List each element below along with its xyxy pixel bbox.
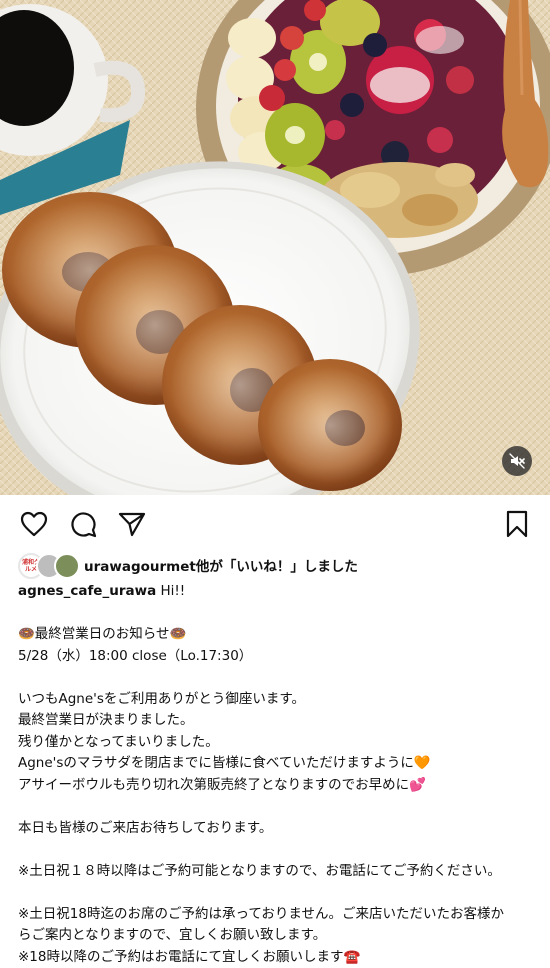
heart-icon [20,511,48,537]
send-icon [118,511,146,537]
post-caption: agnes_cafe_urawa Hi!! 🍩最終営業日のお知らせ🍩 5/28（… [0,581,550,968]
caption-line: 最終営業日が決まりました。 [18,710,532,732]
share-button[interactable] [117,509,147,539]
likes-row[interactable]: 浦和グルメ urawagourmet他が「いいね！」しました [0,551,550,579]
like-button[interactable] [19,509,49,539]
liker-avatars[interactable]: 浦和グルメ [18,552,80,578]
likes-text[interactable]: urawagourmet他が「いいね！」しました [84,555,358,575]
caption-line: Agne'sのマラサダを閉店までに皆様に食べていただけますように🧡 [18,753,532,775]
caption-note: ※土日祝１８時以降はご予約可能となりますので、お電話にてご予約ください。 [18,861,532,883]
comment-icon [69,510,97,538]
caption-line: 本日も皆様のご来店お待ちしております。 [18,818,532,840]
post-action-bar [0,495,550,553]
food-image [0,0,550,495]
caption-line: いつもAgne'sをご利用ありがとう御座います。 [18,689,532,711]
post-photo[interactable] [0,0,550,495]
save-button[interactable] [502,509,532,539]
mute-icon [509,453,525,469]
mute-button[interactable] [502,446,532,476]
caption-username[interactable]: agnes_cafe_urawa [18,583,156,599]
avatar[interactable] [54,553,80,579]
caption-announcement: 🍩最終営業日のお知らせ🍩 [18,624,532,646]
bookmark-icon [505,510,529,538]
caption-note: ※土日祝18時迄のお席のご予約は承っておりません。ご来店いただいたお客様か [18,904,532,926]
caption-note: ※18時以降のご予約はお電話にて宜しくお願いします☎️ [18,947,532,968]
caption-note: らご案内となりますので、宜しくお願い致します。 [18,925,532,947]
caption-text: Hi!! [156,583,185,599]
caption-date: 5/28（水）18:00 close（Lo.17:30） [18,646,532,668]
caption-line: 残り僅かとなってまいりました。 [18,732,532,754]
caption-line: アサイーボウルも売り切れ次第販売終了となりますのでお早めに💕 [18,775,532,797]
comment-button[interactable] [68,509,98,539]
